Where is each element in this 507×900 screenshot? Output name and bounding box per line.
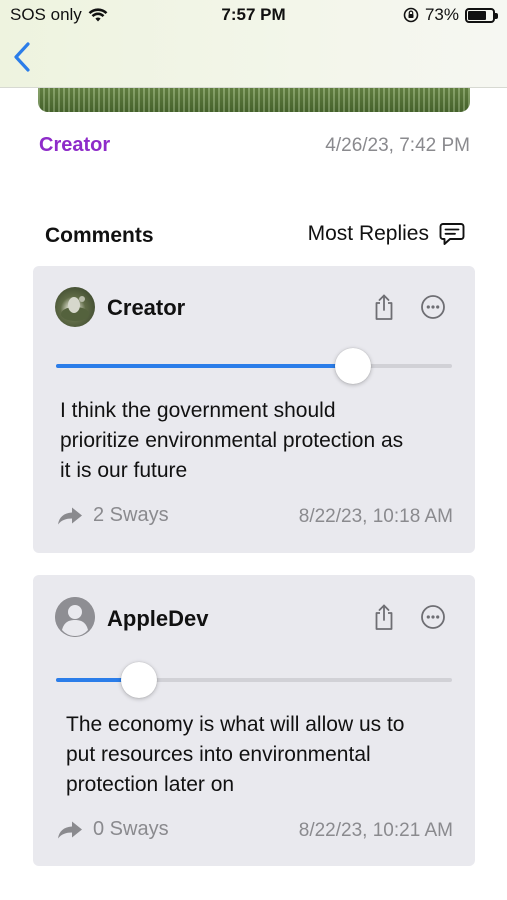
- comments-header: Comments Most Replies: [45, 222, 465, 252]
- battery-fill: [468, 10, 486, 20]
- ellipsis-circle-icon: [421, 295, 445, 319]
- battery-percent: 73%: [424, 5, 459, 24]
- comment-text-line: The economy is what will allow us to: [66, 713, 405, 736]
- slider-thumb[interactable]: [335, 348, 371, 384]
- comment-username[interactable]: Creator: [107, 295, 185, 321]
- photo-avatar-icon: [61, 296, 89, 321]
- sways-button[interactable]: 2 Sways: [57, 504, 169, 527]
- comment-text-line: I think the government should: [60, 399, 336, 422]
- comments-title: Comments: [45, 224, 154, 247]
- chevron-left-icon: [14, 42, 30, 72]
- person-circle-icon: [55, 597, 95, 637]
- comment-text-line: it is our future: [60, 459, 188, 482]
- orientation-lock-icon: [403, 7, 419, 23]
- share-icon: [375, 294, 393, 320]
- post-meta: Creator 4/26/23, 7:42 PM: [39, 134, 470, 158]
- top-bar: SOS only 7:57 PM 73%: [0, 0, 507, 88]
- ellipsis-circle-icon: [421, 605, 445, 629]
- comment-username[interactable]: AppleDev: [107, 606, 208, 632]
- post-date: 4/26/23, 7:42 PM: [325, 135, 470, 156]
- share-icon: [375, 604, 393, 630]
- more-button[interactable]: [420, 293, 446, 321]
- share-button[interactable]: [371, 293, 397, 321]
- sway-slider[interactable]: [56, 348, 452, 384]
- comment-timestamp: 8/22/23, 10:18 AM: [298, 506, 453, 527]
- sways-count: 2 Sways: [93, 504, 169, 526]
- comment-text: I think the government should prioritize…: [60, 396, 460, 486]
- forward-arrow-icon: [58, 507, 82, 524]
- post-image: [38, 88, 470, 112]
- comment-text-line: protection later on: [66, 773, 235, 796]
- slider-fill: [56, 364, 353, 368]
- slider-thumb[interactable]: [121, 662, 158, 698]
- comment-card: Creator I think the government should pr…: [33, 266, 475, 553]
- comment-text-line: prioritize environmental protection as: [60, 429, 404, 452]
- comment-footer: 0 Sways 8/22/23, 10:21 AM: [57, 818, 453, 844]
- forward-arrow-icon: [58, 821, 82, 838]
- speech-bubble-icon: [439, 223, 465, 245]
- comment-footer: 2 Sways 8/22/23, 10:18 AM: [57, 504, 453, 530]
- share-button[interactable]: [371, 603, 397, 631]
- comment-text: The economy is what will allow us to put…: [66, 710, 466, 800]
- more-button[interactable]: [420, 603, 446, 631]
- sort-button[interactable]: Most Replies: [308, 222, 465, 246]
- sways-button[interactable]: 0 Sways: [57, 818, 169, 841]
- back-button[interactable]: [10, 40, 34, 74]
- sways-count: 0 Sways: [93, 818, 169, 840]
- battery-icon: [465, 7, 498, 23]
- comment-timestamp: 8/22/23, 10:21 AM: [298, 820, 453, 841]
- sort-label: Most Replies: [307, 222, 429, 245]
- sway-slider[interactable]: [56, 662, 452, 698]
- status-bar: SOS only 7:57 PM 73%: [0, 0, 507, 30]
- avatar[interactable]: [55, 597, 95, 637]
- post-author[interactable]: Creator: [39, 134, 110, 157]
- comment-card: AppleDev The economy is what will allow …: [33, 575, 475, 866]
- comment-text-line: put resources into environmental: [66, 743, 371, 766]
- avatar[interactable]: [55, 287, 95, 327]
